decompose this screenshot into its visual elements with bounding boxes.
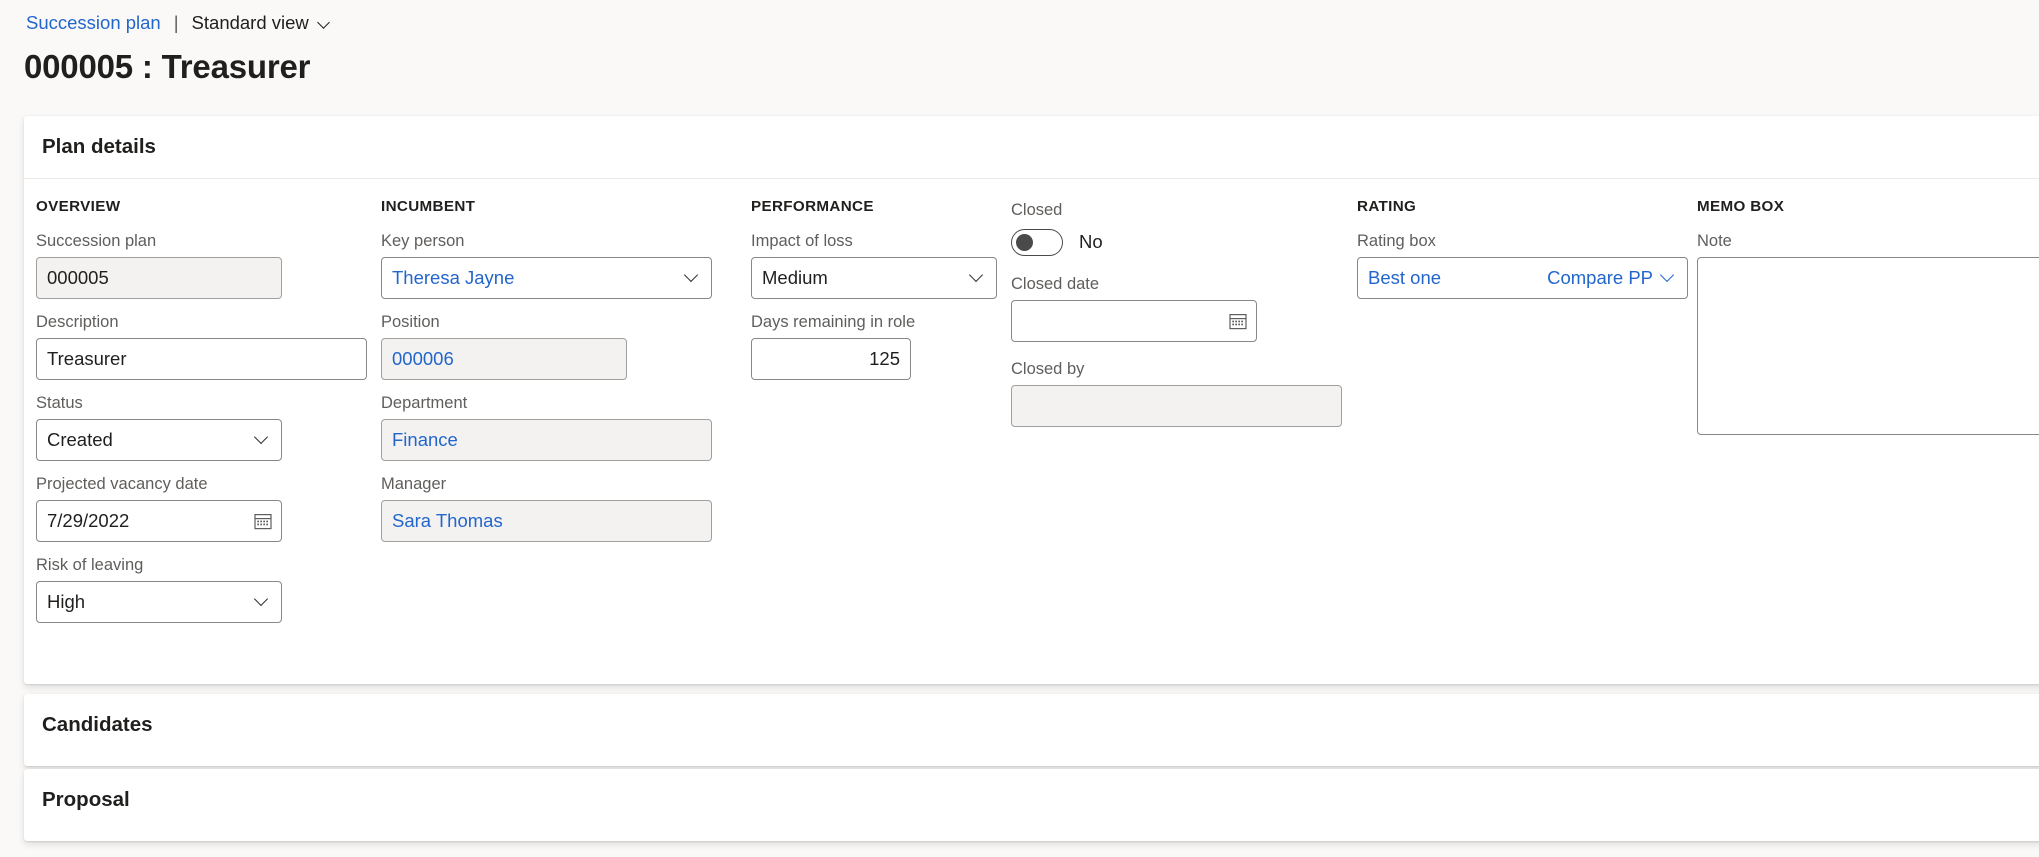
incumbent-column: INCUMBENT Key person Theresa Jayne Posit…: [381, 198, 716, 554]
rating-box-secondary-value[interactable]: Compare PP: [1547, 267, 1653, 289]
field-rating-box: Rating box Best one Compare PP: [1357, 230, 1688, 299]
view-selector-label[interactable]: Standard view: [192, 12, 309, 34]
key-person-value: Theresa Jayne: [392, 267, 515, 288]
closed-toggle[interactable]: [1011, 228, 1063, 256]
status-select[interactable]: Created: [36, 419, 282, 461]
chevron-down-icon[interactable]: [685, 269, 700, 284]
rating-box-value: Best one: [1368, 267, 1442, 288]
chevron-down-icon[interactable]: [318, 17, 332, 31]
closed-toggle-row: No: [1011, 226, 1341, 258]
closed-label: Closed: [1011, 201, 1063, 219]
memo-column: MEMO BOX Note: [1697, 198, 2039, 447]
position-label: Position: [381, 313, 440, 331]
incumbent-group-title: INCUMBENT: [381, 198, 476, 215]
overview-column: OVERVIEW Succession plan 000005 Descript…: [36, 198, 367, 635]
manager-value[interactable]: Sara Thomas: [392, 510, 503, 532]
closed-column: Closed No Closed date Closed by: [1011, 198, 1342, 439]
department-value[interactable]: Finance: [392, 429, 458, 451]
note-textarea[interactable]: [1697, 257, 2039, 435]
field-closed-date: Closed date: [1011, 273, 1341, 342]
performance-group-title: PERFORMANCE: [751, 198, 874, 215]
card-divider: [24, 178, 2039, 179]
manager-label: Manager: [381, 475, 447, 493]
chevron-down-icon[interactable]: [1661, 269, 1676, 284]
candidates-header[interactable]: Candidates: [42, 694, 153, 756]
field-position: Position 000006: [381, 311, 716, 380]
succession-plan-input[interactable]: 000005: [36, 257, 282, 299]
field-impact-of-loss: Impact of loss Medium: [751, 230, 1001, 299]
field-closed: Closed No: [1011, 199, 1341, 258]
field-department: Department Finance: [381, 392, 716, 461]
field-closed-by: Closed by: [1011, 358, 1342, 427]
toggle-knob: [1016, 233, 1033, 251]
projected-vacancy-date-value: 7/29/2022: [47, 510, 130, 531]
proposal-card[interactable]: Proposal: [24, 769, 2039, 841]
rating-box-select[interactable]: Best one Compare PP: [1357, 257, 1688, 299]
rating-group-title: RATING: [1357, 198, 1417, 215]
field-risk-of-leaving: Risk of leaving High: [36, 554, 286, 623]
page-title: 000005 : Treasurer: [24, 48, 311, 85]
risk-of-leaving-select[interactable]: High: [36, 581, 282, 623]
breadcrumb-separator: |: [173, 12, 179, 33]
overview-group-title: OVERVIEW: [36, 198, 121, 215]
chevron-down-icon[interactable]: [970, 269, 985, 284]
succession-plan-label: Succession plan: [36, 232, 157, 250]
field-days-remaining-in-role: Days remaining in role 125: [751, 311, 1001, 380]
proposal-header[interactable]: Proposal: [42, 769, 130, 831]
department-input[interactable]: Finance: [381, 419, 712, 461]
field-description: Description Treasurer: [36, 311, 367, 380]
field-note: Note: [1697, 230, 2039, 435]
days-remaining-in-role-input[interactable]: 125: [751, 338, 911, 380]
risk-of-leaving-value: High: [47, 591, 86, 612]
field-manager: Manager Sara Thomas: [381, 473, 716, 542]
position-value[interactable]: 000006: [392, 348, 454, 370]
manager-input[interactable]: Sara Thomas: [381, 500, 712, 542]
field-status: Status Created: [36, 392, 286, 461]
description-label: Description: [36, 313, 119, 331]
closed-by-input[interactable]: [1011, 385, 1342, 427]
impact-of-loss-label: Impact of loss: [751, 232, 853, 250]
performance-column: PERFORMANCE Impact of loss Medium Days r…: [751, 198, 1001, 392]
days-remaining-in-role-label: Days remaining in role: [751, 313, 916, 331]
breadcrumb: Succession plan | Standard view: [26, 12, 332, 34]
description-value: Treasurer: [47, 348, 127, 369]
projected-vacancy-date-label: Projected vacancy date: [36, 475, 208, 493]
note-label: Note: [1697, 232, 1732, 250]
plan-details-card: Plan details OVERVIEW Succession plan 00…: [24, 116, 2039, 684]
calendar-icon[interactable]: [1229, 312, 1247, 330]
status-label: Status: [36, 394, 83, 412]
chevron-down-icon[interactable]: [255, 593, 270, 608]
field-key-person: Key person Theresa Jayne: [381, 230, 716, 299]
rating-box-label: Rating box: [1357, 232, 1436, 250]
candidates-card[interactable]: Candidates: [24, 694, 2039, 766]
department-label: Department: [381, 394, 468, 412]
succession-plan-page: Succession plan | Standard view 000005 :…: [0, 0, 2039, 857]
days-remaining-in-role-value: 125: [869, 348, 900, 369]
position-input[interactable]: 000006: [381, 338, 627, 380]
field-projected-vacancy-date: Projected vacancy date 7/29/2022: [36, 473, 286, 542]
impact-of-loss-value: Medium: [762, 267, 828, 288]
projected-vacancy-date-input[interactable]: 7/29/2022: [36, 500, 282, 542]
succession-plan-value: 000005: [47, 267, 109, 288]
key-person-select[interactable]: Theresa Jayne: [381, 257, 712, 299]
chevron-down-icon[interactable]: [255, 431, 270, 446]
field-succession-plan: Succession plan 000005: [36, 230, 286, 299]
plan-details-header[interactable]: Plan details: [42, 116, 156, 178]
rating-column: RATING Rating box Best one Compare PP: [1357, 198, 1688, 311]
breadcrumb-link-succession-plan[interactable]: Succession plan: [26, 12, 161, 34]
key-person-label: Key person: [381, 232, 465, 250]
closed-toggle-value: No: [1079, 231, 1103, 252]
closed-date-label: Closed date: [1011, 275, 1100, 293]
status-value: Created: [47, 429, 113, 450]
closed-by-label: Closed by: [1011, 360, 1085, 378]
calendar-icon[interactable]: [254, 512, 272, 530]
closed-date-input[interactable]: [1011, 300, 1257, 342]
risk-of-leaving-label: Risk of leaving: [36, 556, 144, 574]
memo-group-title: MEMO BOX: [1697, 198, 1785, 215]
impact-of-loss-select[interactable]: Medium: [751, 257, 997, 299]
description-input[interactable]: Treasurer: [36, 338, 367, 380]
